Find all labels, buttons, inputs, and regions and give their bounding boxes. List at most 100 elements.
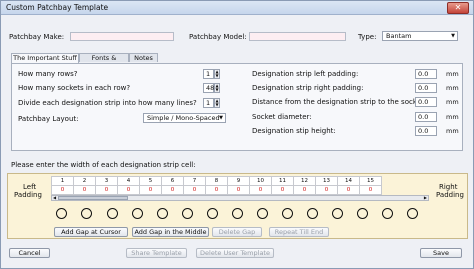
socket-diameter-label: Socket diameter: (252, 113, 312, 121)
rows-label: How many rows? (18, 70, 78, 78)
sockets-input[interactable]: 48 (203, 83, 214, 93)
cell-width-input[interactable]: 0 (51, 185, 74, 195)
socket-icon (407, 208, 418, 219)
column-header: 9 (227, 176, 250, 186)
right-padding-unit: mm (446, 84, 459, 92)
socket-icon (81, 208, 92, 219)
divide-stepper[interactable]: ▲ ▼ (214, 98, 220, 108)
column-header: 3 (95, 176, 118, 186)
column-header: 7 (183, 176, 206, 186)
cell-width-input[interactable]: 0 (293, 185, 316, 195)
column-header: 12 (293, 176, 316, 186)
layout-select[interactable]: Simple / Mono-Spaced ▼ (143, 113, 226, 123)
rows-stepper[interactable]: ▲ ▼ (214, 69, 220, 79)
scroll-right-icon[interactable]: ▶ (424, 195, 427, 200)
cell-width-prompt: Please enter the width of each designati… (11, 161, 196, 169)
cancel-button[interactable]: Cancel (9, 248, 50, 258)
column-header: 1 (51, 176, 74, 186)
model-input[interactable] (249, 32, 346, 41)
make-input[interactable] (70, 32, 174, 41)
cell-width-input[interactable]: 0 (315, 185, 338, 195)
delete-gap-button[interactable]: Delete Gap (212, 227, 262, 237)
socket-diameter-input[interactable]: 0.0 (415, 112, 437, 122)
socket-diameter-unit: mm (446, 113, 459, 121)
socket-icon (282, 208, 293, 219)
horizontal-scrollbar[interactable]: ◀ ▶ (51, 195, 429, 201)
left-padding-input[interactable]: 0.0 (415, 69, 437, 79)
chevron-down-icon: ▼ (219, 115, 223, 121)
type-select[interactable]: Bantam ▼ (382, 31, 458, 41)
left-padding-unit: mm (446, 70, 459, 78)
right-padding-caption-1: Right (439, 183, 458, 191)
right-padding-label: Designation strip right padding: (252, 84, 364, 92)
strip-to-socket-input[interactable]: 0.0 (415, 97, 437, 107)
make-label: Patchbay Make: (9, 33, 65, 41)
scrollbar-thumb[interactable] (58, 196, 128, 200)
cell-width-row: 0 0 0 0 0 0 0 0 0 0 0 0 0 0 0 (51, 185, 382, 195)
sockets-stepper[interactable]: ▲ ▼ (214, 83, 220, 93)
stepper-down-icon[interactable]: ▼ (215, 103, 219, 107)
left-padding-caption-2: Padding (14, 191, 42, 199)
column-header: 10 (249, 176, 272, 186)
custom-patchbay-template-window: Custom Patchbay Template ✕ Patchbay Make… (0, 0, 474, 269)
socket-icon (182, 208, 193, 219)
column-header: 11 (271, 176, 294, 186)
cell-width-input[interactable]: 0 (117, 185, 140, 195)
column-header: 8 (205, 176, 228, 186)
repeat-till-end-button[interactable]: Repeat Till End (269, 227, 329, 237)
socket-icon (332, 208, 343, 219)
column-header: 15 (359, 176, 382, 186)
tab-important-stuff[interactable]: The Important Stuff (11, 53, 79, 63)
column-header: 4 (117, 176, 140, 186)
cell-width-input[interactable]: 0 (205, 185, 228, 195)
tab-fonts-picture[interactable]: Fonts & Picture (79, 53, 129, 71)
cell-width-input[interactable]: 0 (249, 185, 272, 195)
left-padding-label: Designation strip left padding: (252, 70, 359, 78)
title-bar: Custom Patchbay Template ✕ (1, 1, 473, 15)
socket-icon (56, 208, 67, 219)
strip-height-unit: mm (446, 127, 459, 135)
right-padding-caption-2: Padding (436, 191, 464, 199)
cell-width-input[interactable]: 0 (95, 185, 118, 195)
column-header: 5 (139, 176, 162, 186)
right-padding-input[interactable]: 0.0 (415, 83, 437, 93)
window-title: Custom Patchbay Template (6, 3, 109, 12)
column-header: 6 (161, 176, 184, 186)
close-icon[interactable]: ✕ (447, 2, 469, 14)
cell-width-input[interactable]: 0 (161, 185, 184, 195)
delete-user-template-button[interactable]: Delete User Template (196, 248, 274, 258)
column-header: 2 (73, 176, 96, 186)
divide-input[interactable]: 1 (203, 98, 214, 108)
layout-select-value: Simple / Mono-Spaced (147, 114, 220, 122)
stepper-down-icon[interactable]: ▼ (215, 88, 219, 92)
scroll-left-icon[interactable]: ◀ (53, 195, 56, 200)
sockets-label: How many sockets in each row? (18, 84, 131, 92)
save-button[interactable]: Save (420, 248, 462, 258)
share-template-button[interactable]: Share Template (126, 248, 187, 258)
strip-height-input[interactable]: 0.0 (415, 126, 437, 136)
strip-to-socket-unit: mm (446, 98, 459, 106)
cell-width-input[interactable]: 0 (271, 185, 294, 195)
socket-icon (307, 208, 318, 219)
column-header: 13 (315, 176, 338, 186)
model-label: Patchbay Model: (189, 33, 247, 41)
cell-width-input[interactable]: 0 (227, 185, 250, 195)
important-stuff-panel: How many rows? 1 ▲ ▼ How many sockets in … (11, 63, 463, 151)
cell-width-input[interactable]: 0 (183, 185, 206, 195)
column-header-row: 1 2 3 4 5 6 7 8 9 10 11 12 13 14 15 (51, 176, 382, 186)
cell-width-input[interactable]: 0 (139, 185, 162, 195)
add-gap-at-cursor-button[interactable]: Add Gap at Cursor (54, 227, 128, 237)
cell-width-input[interactable]: 0 (337, 185, 360, 195)
socket-icon (232, 208, 243, 219)
stepper-down-icon[interactable]: ▼ (215, 74, 219, 78)
socket-icon (382, 208, 393, 219)
add-gap-in-middle-button[interactable]: Add Gap in the Middle (132, 227, 209, 237)
chevron-down-icon: ▼ (451, 33, 455, 39)
socket-icon (157, 208, 168, 219)
socket-icon (107, 208, 118, 219)
tab-notes[interactable]: Notes (129, 53, 158, 62)
type-select-value: Bantam (386, 32, 412, 40)
cell-width-input[interactable]: 0 (359, 185, 382, 195)
cell-width-input[interactable]: 0 (73, 185, 96, 195)
rows-input[interactable]: 1 (203, 69, 214, 79)
